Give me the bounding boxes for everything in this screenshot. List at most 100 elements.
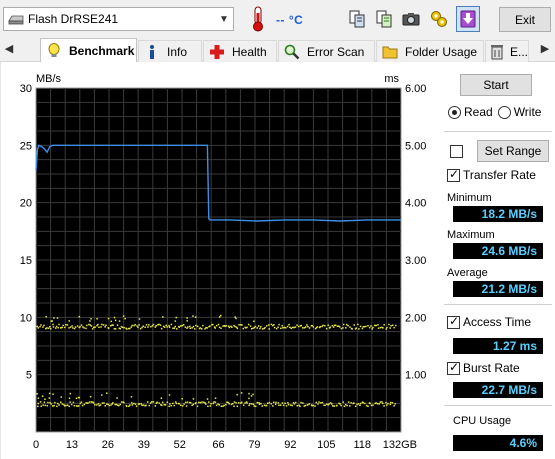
tab-scroll-left-icon[interactable]: ◀: [3, 42, 15, 55]
access-time-point: [90, 325, 93, 327]
access-time-point: [173, 404, 175, 407]
tab-info[interactable]: Info: [138, 40, 202, 62]
access-time-point: [55, 327, 57, 329]
access-time-point: [130, 396, 133, 398]
access-time-point: [235, 402, 237, 404]
drive-select[interactable]: Flash DrRSE241 ▼: [3, 7, 234, 31]
access-time-point: [389, 327, 391, 329]
access-time-point: [69, 392, 72, 395]
y2-tick-label: 6.00: [405, 83, 426, 95]
access-time-point: [283, 326, 286, 329]
access-time-point: [151, 325, 154, 327]
access-time-point: [248, 404, 250, 407]
access-time-point: [182, 324, 185, 326]
tab-error-scan[interactable]: Error Scan: [278, 40, 375, 62]
access-time-point: [278, 323, 280, 326]
access-time-point: [287, 403, 290, 406]
access-time-point: [261, 405, 264, 407]
access-time-label: Access Time: [463, 315, 532, 329]
x-tick-label: 118: [354, 439, 372, 451]
access-time-point: [349, 405, 351, 407]
access-time-point: [346, 404, 348, 407]
access-time-point: [318, 401, 320, 403]
access-time-point: [263, 404, 266, 407]
access-time-point: [101, 394, 103, 396]
access-time-point: [234, 325, 236, 328]
tab-folder-usage[interactable]: Folder Usage: [376, 40, 484, 62]
access-time-point: [107, 317, 110, 320]
access-time-point: [240, 392, 243, 394]
access-time-point: [260, 325, 262, 328]
access-time-checkbox[interactable]: [447, 314, 460, 329]
access-time-point: [207, 401, 210, 403]
burst-rate-checkbox[interactable]: [447, 360, 460, 375]
screenshot-icon[interactable]: [399, 6, 423, 32]
access-time-point: [52, 323, 54, 326]
access-time-point: [120, 401, 123, 403]
access-time-point: [131, 402, 133, 404]
copy-text-icon[interactable]: [372, 6, 396, 32]
benchmark-chart-svg: MB/s ms302520151056.005.004.003.002.001.0…: [20, 73, 427, 451]
access-time-point: [43, 324, 45, 327]
access-time-point: [162, 316, 164, 318]
access-time-point: [225, 403, 227, 406]
access-time-point: [234, 316, 236, 318]
access-time-point: [294, 401, 297, 404]
access-time-point: [101, 402, 104, 404]
access-time-point: [83, 327, 85, 329]
access-time-point: [264, 326, 266, 329]
access-time-point: [377, 327, 380, 329]
copy-info-icon[interactable]: [345, 6, 369, 32]
tab-health[interactable]: Health: [203, 40, 277, 62]
access-time-point: [282, 327, 284, 329]
access-time-point: [280, 327, 282, 330]
set-range-checkbox[interactable]: [450, 144, 463, 158]
access-time-point: [62, 324, 64, 327]
error-scan-icon: [283, 44, 301, 60]
access-time-point: [69, 326, 72, 328]
access-time-point: [336, 404, 338, 407]
maximum-label: Maximum: [447, 229, 495, 241]
access-time-point: [199, 327, 202, 329]
access-time-point: [158, 402, 160, 404]
access-time-point: [228, 326, 231, 329]
access-time-point: [235, 317, 237, 320]
tab-scroll-right-icon[interactable]: ▶: [539, 42, 551, 55]
read-radio[interactable]: [448, 105, 461, 119]
save-icon[interactable]: [456, 6, 480, 32]
set-range-button[interactable]: Set Range: [477, 140, 549, 162]
access-time-point: [57, 326, 59, 329]
access-time-point: [122, 315, 125, 317]
access-time-point: [118, 404, 120, 407]
access-time-point: [196, 325, 199, 328]
write-radio[interactable]: [497, 105, 511, 119]
minimum-value: 18.2 MB/s: [453, 206, 543, 222]
access-time-point: [386, 326, 388, 329]
tab-erase[interactable]: E...: [485, 40, 529, 62]
access-time-point: [61, 403, 64, 405]
access-time-point: [300, 401, 302, 404]
average-label: Average: [447, 267, 488, 279]
access-time-point: [379, 401, 382, 403]
access-time-point: [306, 324, 308, 326]
access-time-point: [173, 327, 176, 329]
access-time-point: [160, 397, 163, 399]
start-button[interactable]: Start: [460, 74, 532, 96]
exit-button[interactable]: Exit: [499, 7, 551, 32]
read-label: Read: [464, 105, 493, 119]
transfer-rate-checkbox[interactable]: [447, 167, 460, 182]
access-time-point: [272, 401, 275, 404]
access-time-point: [320, 402, 322, 404]
access-time-point: [160, 327, 163, 330]
access-time-point: [383, 405, 385, 407]
access-time-point: [249, 402, 251, 405]
x-tick-label: 132GB: [383, 439, 417, 451]
access-time-point: [168, 405, 170, 408]
access-time-point: [118, 320, 121, 322]
chevron-down-icon[interactable]: ▼: [215, 14, 233, 25]
access-time-point: [185, 401, 187, 404]
folder-icon: [381, 44, 399, 60]
tab-benchmark[interactable]: Benchmark: [40, 38, 137, 63]
options-icon[interactable]: [427, 6, 451, 32]
cpu-usage-label: CPU Usage: [453, 415, 512, 427]
